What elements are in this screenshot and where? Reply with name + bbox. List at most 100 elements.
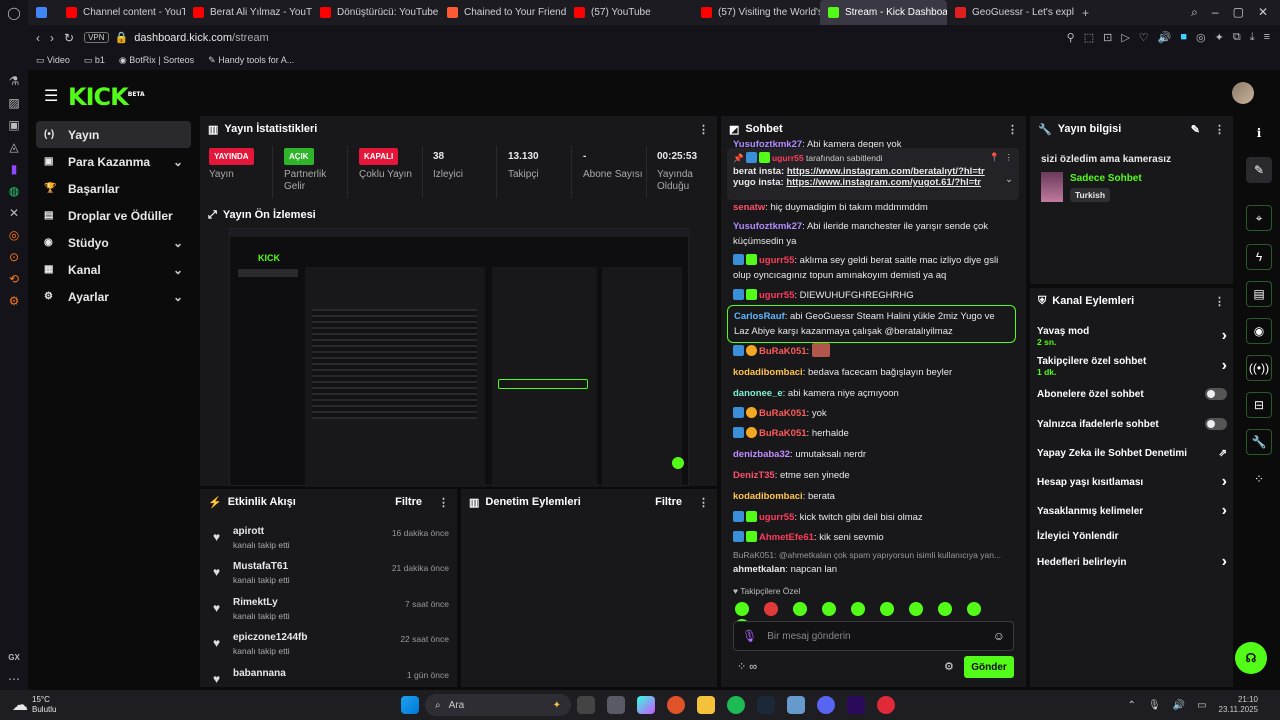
channel-action-item[interactable]: Abonelere özel sohbet <box>1037 383 1227 405</box>
activity-user[interactable]: RimektLy <box>233 597 278 608</box>
activity-item[interactable]: ♥ RimektLy kanalı takip etti 7 saat önce <box>213 597 449 633</box>
pinned-message[interactable]: 📌 ugurr55 tarafından sabitlendi 📍 ⋮ berat… <box>727 148 1019 200</box>
opera-sidebar-icon[interactable]: ◎ <box>0 224 28 246</box>
channel-action-item[interactable]: Yalnızca ifadelerle sohbet <box>1037 413 1227 435</box>
download-icon[interactable]: ⤓ <box>1250 31 1255 44</box>
pin-icon[interactable]: ⚲ <box>1067 31 1075 44</box>
settings-icon[interactable]: ⚙ <box>0 290 28 312</box>
x-icon[interactable]: ✕ <box>0 202 28 224</box>
chevron-down-icon[interactable]: ⌄ <box>173 155 183 169</box>
new-tab-icon[interactable]: + <box>1082 6 1089 20</box>
activity-user[interactable]: MustafaT61 <box>233 561 288 572</box>
channel-action-item[interactable]: Yapay Zeka ile Sohbet Denetimi ⇗ <box>1037 442 1227 464</box>
volume-icon[interactable]: 🔊 <box>1173 700 1185 711</box>
sidebar-item[interactable]: 🏆 Başarılar <box>36 175 191 202</box>
activity-user[interactable]: apirott <box>233 526 264 537</box>
sidebar-item[interactable]: ▣ Para Kazanma ⌄ <box>36 148 191 175</box>
send-button[interactable]: Gönder <box>964 656 1014 678</box>
activity-user[interactable]: epiczone1244fb <box>233 632 307 643</box>
chat-username[interactable]: ugurr55 <box>759 255 794 266</box>
chat-message[interactable]: senatw: hiç duymadigim bi takım mddmmddm <box>733 200 1015 215</box>
stream-preview-video[interactable]: KICK <box>229 228 690 487</box>
opera-gx-icon[interactable] <box>667 696 685 714</box>
taskbar-search[interactable]: ⌕ Ara ✦ <box>425 694 571 716</box>
opera-logo-icon[interactable]: ◯ <box>0 2 28 24</box>
bookmark-item[interactable]: ◉ BotRix | Sorteos <box>119 55 194 66</box>
chat-username[interactable]: ugurr55 <box>759 512 794 523</box>
url-field[interactable]: VPN 🔒 dashboard.kick.com/stream <box>84 31 269 44</box>
chevron-right-icon[interactable]: › <box>1222 502 1227 520</box>
chevron-right-icon[interactable]: › <box>1222 327 1227 345</box>
bolt-icon[interactable]: ϟ <box>1246 244 1272 270</box>
channel-action-item[interactable]: Yavaş mod 2 sn. › <box>1037 321 1227 351</box>
document-icon[interactable]: ▤ <box>1246 281 1272 307</box>
chat-username[interactable]: senatw <box>733 202 765 213</box>
toggle-switch[interactable] <box>1205 388 1227 400</box>
hamburger-icon[interactable]: ☰ <box>44 86 58 106</box>
chat-message[interactable]: ugurr55: aklıma sey geldi berat saitle m… <box>733 253 1015 283</box>
chat-message[interactable]: BuRaK051: yok <box>733 406 1015 421</box>
sidebar-item[interactable]: (•) Yayın <box>36 121 191 148</box>
chat-username[interactable]: ahmetkalan <box>733 564 785 575</box>
chat-username[interactable]: BuRaK051 <box>759 408 807 419</box>
chat-username[interactable]: denizbaba32 <box>733 449 790 460</box>
microphone-icon[interactable]: 🎙 <box>1148 700 1161 711</box>
clock[interactable]: 21:10 23.11.2025 <box>1219 695 1258 715</box>
chat-username[interactable]: kodadibombaci <box>733 491 803 502</box>
chat-message[interactable]: AhmetEfe61: kik seni sevmio <box>733 530 1015 545</box>
chat-username[interactable]: BuRaK051 <box>759 346 807 357</box>
tab-item[interactable]: (57) YouTube <box>566 0 693 25</box>
whatsapp-icon[interactable]: ◍ <box>0 180 28 202</box>
opera-sidebar-icon[interactable]: ⚗ <box>0 70 28 92</box>
chevron-down-icon[interactable]: ⌄ <box>173 236 183 250</box>
extension-icon[interactable]: ◎ <box>1196 31 1206 44</box>
emote-icon[interactable] <box>851 602 865 616</box>
store-icon[interactable] <box>607 696 625 714</box>
emote-icon[interactable] <box>822 602 836 616</box>
forward-icon[interactable]: › <box>50 31 54 45</box>
activity-item[interactable]: ♥ MustafaT61 kanalı takip etti 21 dakika ön… <box>213 561 449 597</box>
chat-message[interactable]: ugurr55: DIEWUHUFGHREGHRHG <box>733 288 1015 303</box>
pinned-user[interactable]: ugurr55 <box>772 153 804 163</box>
premiere-icon[interactable] <box>847 696 865 714</box>
discord-icon[interactable] <box>817 696 835 714</box>
tab-item[interactable]: Stream - Kick Dashboard <box>820 0 947 25</box>
stream-category[interactable]: Sadece Sohbet <box>1070 173 1142 184</box>
chat-message[interactable]: CarlosRauf: abi GeoGuessr Steam Halini y… <box>727 305 1016 343</box>
broadcast-icon[interactable]: ((•)) <box>1246 355 1272 381</box>
emoji-icon[interactable]: ☺ <box>993 629 1005 643</box>
chat-message[interactable]: kodadibombaci: berata <box>733 489 1015 504</box>
emote-icon[interactable] <box>880 602 894 616</box>
opera-sidebar-icon[interactable]: ▨ <box>0 92 28 114</box>
channel-action-item[interactable]: İzleyici Yönlendir <box>1037 525 1227 547</box>
maximize-icon[interactable]: ▢ <box>1233 5 1244 20</box>
steam-icon[interactable] <box>757 696 775 714</box>
chevron-down-icon[interactable]: ⌄ <box>1005 174 1013 185</box>
channel-action-item[interactable]: Takipçilere özel sohbet 1 dk. › <box>1037 351 1227 381</box>
chevron-right-icon[interactable]: › <box>1222 473 1227 491</box>
screenshot-icon[interactable]: ⬚ <box>1084 31 1094 44</box>
sidebar-item[interactable]: ▦ Kanal ⌄ <box>36 256 191 283</box>
chevron-up-icon[interactable]: ⌃ <box>1128 700 1136 711</box>
emote-icon[interactable] <box>967 602 981 616</box>
sidebar-item[interactable]: ⚙ Ayarlar ⌄ <box>36 283 191 310</box>
chat-input[interactable]: 🎙 Bir mesaj gönderin ☺ <box>733 621 1014 651</box>
sidebar-item[interactable]: ◉ Stüdyo ⌄ <box>36 229 191 256</box>
kick-bot-icon[interactable]: ⁘ ∞ <box>737 660 757 673</box>
more-options-icon[interactable]: ⋮ <box>1214 123 1225 136</box>
moderation-filter-button[interactable]: Filtre <box>655 496 682 508</box>
tab-item[interactable] <box>28 0 58 25</box>
menu-icon[interactable]: ≡ <box>1264 31 1270 44</box>
chevron-right-icon[interactable]: › <box>1222 553 1227 571</box>
chat-message[interactable]: BuRaK051: herhalde <box>733 426 1015 441</box>
chat-username[interactable]: danonee_e <box>733 388 783 399</box>
opera-sidebar-icon[interactable]: ⟲ <box>0 268 28 290</box>
file-explorer-icon[interactable] <box>697 696 715 714</box>
microphone-icon[interactable]: 🎙 <box>742 629 757 643</box>
more-options-icon[interactable]: ⋮ <box>698 496 709 509</box>
chat-message[interactable]: denizbaba32: umutaksalı nerdr <box>733 447 1015 462</box>
emote-icon[interactable] <box>764 602 778 616</box>
chat-username[interactable]: ugurr55 <box>759 290 794 301</box>
emote-icon[interactable] <box>793 602 807 616</box>
chat-username[interactable]: kodadibombaci <box>733 367 803 378</box>
